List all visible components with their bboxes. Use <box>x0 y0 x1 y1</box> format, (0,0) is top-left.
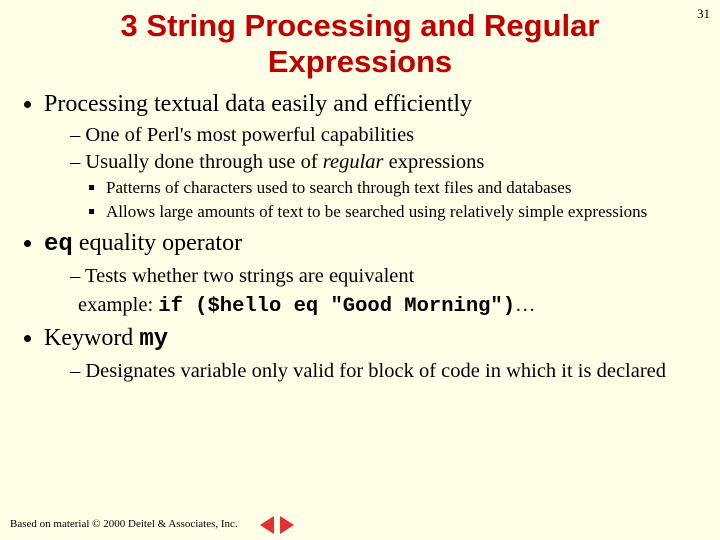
bullet-3: Keyword my Designates variable only vali… <box>44 323 702 384</box>
bullet-2: eq equality operator Tests whether two s… <box>44 228 702 320</box>
bullet-list: Processing textual data easily and effic… <box>26 89 702 384</box>
footer-text: Based on material © 2000 Deitel & Associ… <box>10 518 238 530</box>
bullet-3-code: my <box>139 326 168 353</box>
bullet-1: Processing textual data easily and effic… <box>44 89 702 222</box>
nav-arrows <box>260 516 294 534</box>
page-number: 31 <box>697 6 710 22</box>
next-button[interactable] <box>280 516 294 534</box>
bullet-1b-pre: Usually done through use of <box>85 151 322 173</box>
bullet-1a: One of Perl's most powerful capabilities <box>70 123 702 148</box>
bullet-3-sublist: Designates variable only valid for block… <box>50 359 702 384</box>
bullet-2-rest: equality operator <box>73 230 242 256</box>
bullet-2a: Tests whether two strings are equivalent <box>70 264 702 289</box>
slide: 31 3 String Processing and Regular Expre… <box>0 0 720 540</box>
bullet-1-text: Processing textual data easily and effic… <box>44 91 472 117</box>
example-tail: … <box>515 294 536 316</box>
bullet-1b: Usually done through use of regular expr… <box>70 150 702 222</box>
bullet-1b-ital: regular <box>323 151 384 173</box>
bullet-1-sublist: One of Perl's most powerful capabilities… <box>50 123 702 222</box>
bullet-2-code: eq <box>44 231 73 258</box>
bullet-2-sublist: Tests whether two strings are equivalent <box>50 264 702 289</box>
bullet-3a: Designates variable only valid for block… <box>70 359 702 384</box>
example-code: if ($hello eq "Good Morning") <box>158 295 515 318</box>
arrow-left-icon <box>260 516 274 534</box>
prev-button[interactable] <box>260 516 274 534</box>
slide-title: 3 String Processing and Regular Expressi… <box>58 8 662 79</box>
bullet-1b-i: Patterns of characters used to search th… <box>106 177 702 198</box>
bullet-3-pre: Keyword <box>44 325 139 351</box>
arrow-right-icon <box>280 516 294 534</box>
bullet-1b-sublist: Patterns of characters used to search th… <box>84 177 702 222</box>
bullet-1b-ii: Allows large amounts of text to be searc… <box>106 201 702 222</box>
bullet-1b-post: expressions <box>384 151 485 173</box>
example-label: example: <box>78 294 158 316</box>
bullet-2-example: example: if ($hello eq "Good Morning")… <box>78 293 702 320</box>
